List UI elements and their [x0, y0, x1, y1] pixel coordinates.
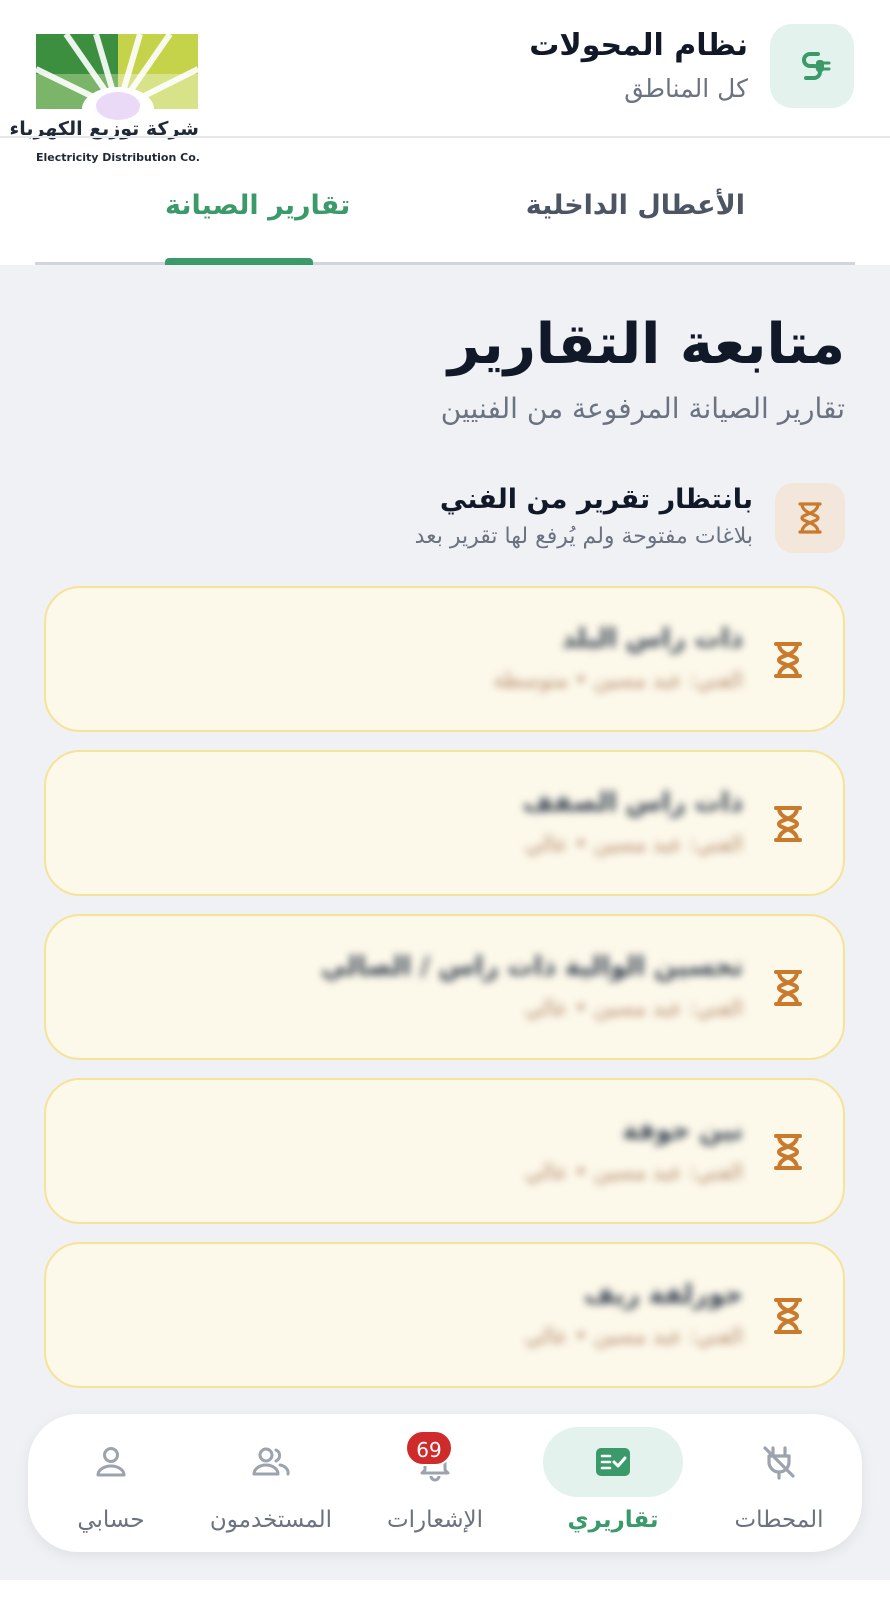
card-title: حورلفة ريف	[584, 1280, 743, 1310]
card-meta: الفني: عبد مسين • متوسطة	[493, 668, 743, 692]
card-title: تحسين الوالية ذات راس / الصالي	[320, 952, 743, 982]
app-title: نظام المحولات	[529, 28, 748, 63]
card-meta: الفني: عبد مسين • عالي	[525, 1324, 743, 1348]
bottom-navigation: المحطات تقاريري 69 الإشعارات المستخدمون	[28, 1414, 862, 1552]
nav-item-my-reports[interactable]: تقاريري	[530, 1414, 696, 1552]
card-meta: الفني: عبد مسين • عالي	[525, 1160, 743, 1184]
nav-label: المحطات	[734, 1507, 824, 1533]
pending-report-card[interactable]: حورلفة ريف الفني: عبد مسين • عالي	[44, 1242, 845, 1388]
nav-label: المستخدمون	[209, 1507, 333, 1533]
card-title: ذات راس الصفف	[522, 788, 743, 818]
app-header: نظام المحولات كل المناطق شركة توزيع الكه…	[0, 0, 890, 265]
hourglass-icon	[774, 1298, 802, 1334]
pending-report-card[interactable]: تحسين الوالية ذات راس / الصالي الفني: عب…	[44, 914, 845, 1060]
nav-label: الإشعارات	[386, 1507, 484, 1533]
tab-bar: الأعطال الداخلية تقارير الصيانة	[35, 168, 855, 265]
tab-maintenance-reports[interactable]: تقارير الصيانة	[165, 190, 350, 221]
pending-report-card[interactable]: ذات راس الصفف الفني: عبد مسين • عالي	[44, 750, 845, 896]
active-tab-indicator	[165, 258, 313, 265]
tabs-divider	[35, 262, 855, 265]
pending-report-card[interactable]: نين حوفة الفني: عبد مسين • عالي	[44, 1078, 845, 1224]
hourglass-icon	[775, 483, 845, 553]
region-filter[interactable]: كل المناطق	[624, 74, 748, 103]
user-icon	[96, 1447, 126, 1477]
nav-item-stations[interactable]: المحطات	[696, 1414, 862, 1552]
card-meta: الفني: عبد مسين • عالي	[525, 996, 743, 1020]
hourglass-icon	[774, 1134, 802, 1170]
hourglass-icon	[774, 642, 802, 678]
hourglass-icon	[774, 806, 802, 842]
page-subtitle: تقارير الصيانة المرفوعة من الفنيين	[440, 392, 845, 425]
header-divider	[0, 136, 890, 138]
users-icon	[252, 1447, 290, 1476]
system-bottom-bar	[0, 1580, 890, 1600]
company-logo	[36, 34, 200, 131]
report-check-icon	[596, 1448, 630, 1476]
section-subtitle: بلاغات مفتوحة ولم يُرفع لها تقرير بعد	[414, 524, 753, 549]
pending-report-card[interactable]: ذات راس البلد الفني: عبد مسين • متوسطة	[44, 586, 845, 732]
tab-internal-faults[interactable]: الأعطال الداخلية	[526, 190, 745, 221]
card-meta: الفني: عبد مسين • عالي	[525, 832, 743, 856]
card-title: ذات راس البلد	[561, 624, 743, 654]
section-title: بانتظار تقرير من الفني	[439, 484, 753, 515]
page-title: متابعة التقارير	[447, 312, 845, 377]
plug-icon[interactable]	[770, 24, 854, 108]
unplugged-icon	[763, 1446, 795, 1480]
nav-label: حسابي	[77, 1507, 145, 1533]
notification-count-badge: 69	[405, 1430, 453, 1466]
nav-label: تقاريري	[567, 1507, 659, 1533]
nav-item-account[interactable]: حسابي	[28, 1414, 194, 1552]
hourglass-icon	[774, 970, 802, 1006]
card-title: نين حوفة	[622, 1116, 743, 1146]
nav-item-notifications[interactable]: 69 الإشعارات	[352, 1414, 518, 1552]
logo-text-english: Electricity Distribution Co.	[36, 151, 200, 164]
nav-item-users[interactable]: المستخدمون	[188, 1414, 354, 1552]
